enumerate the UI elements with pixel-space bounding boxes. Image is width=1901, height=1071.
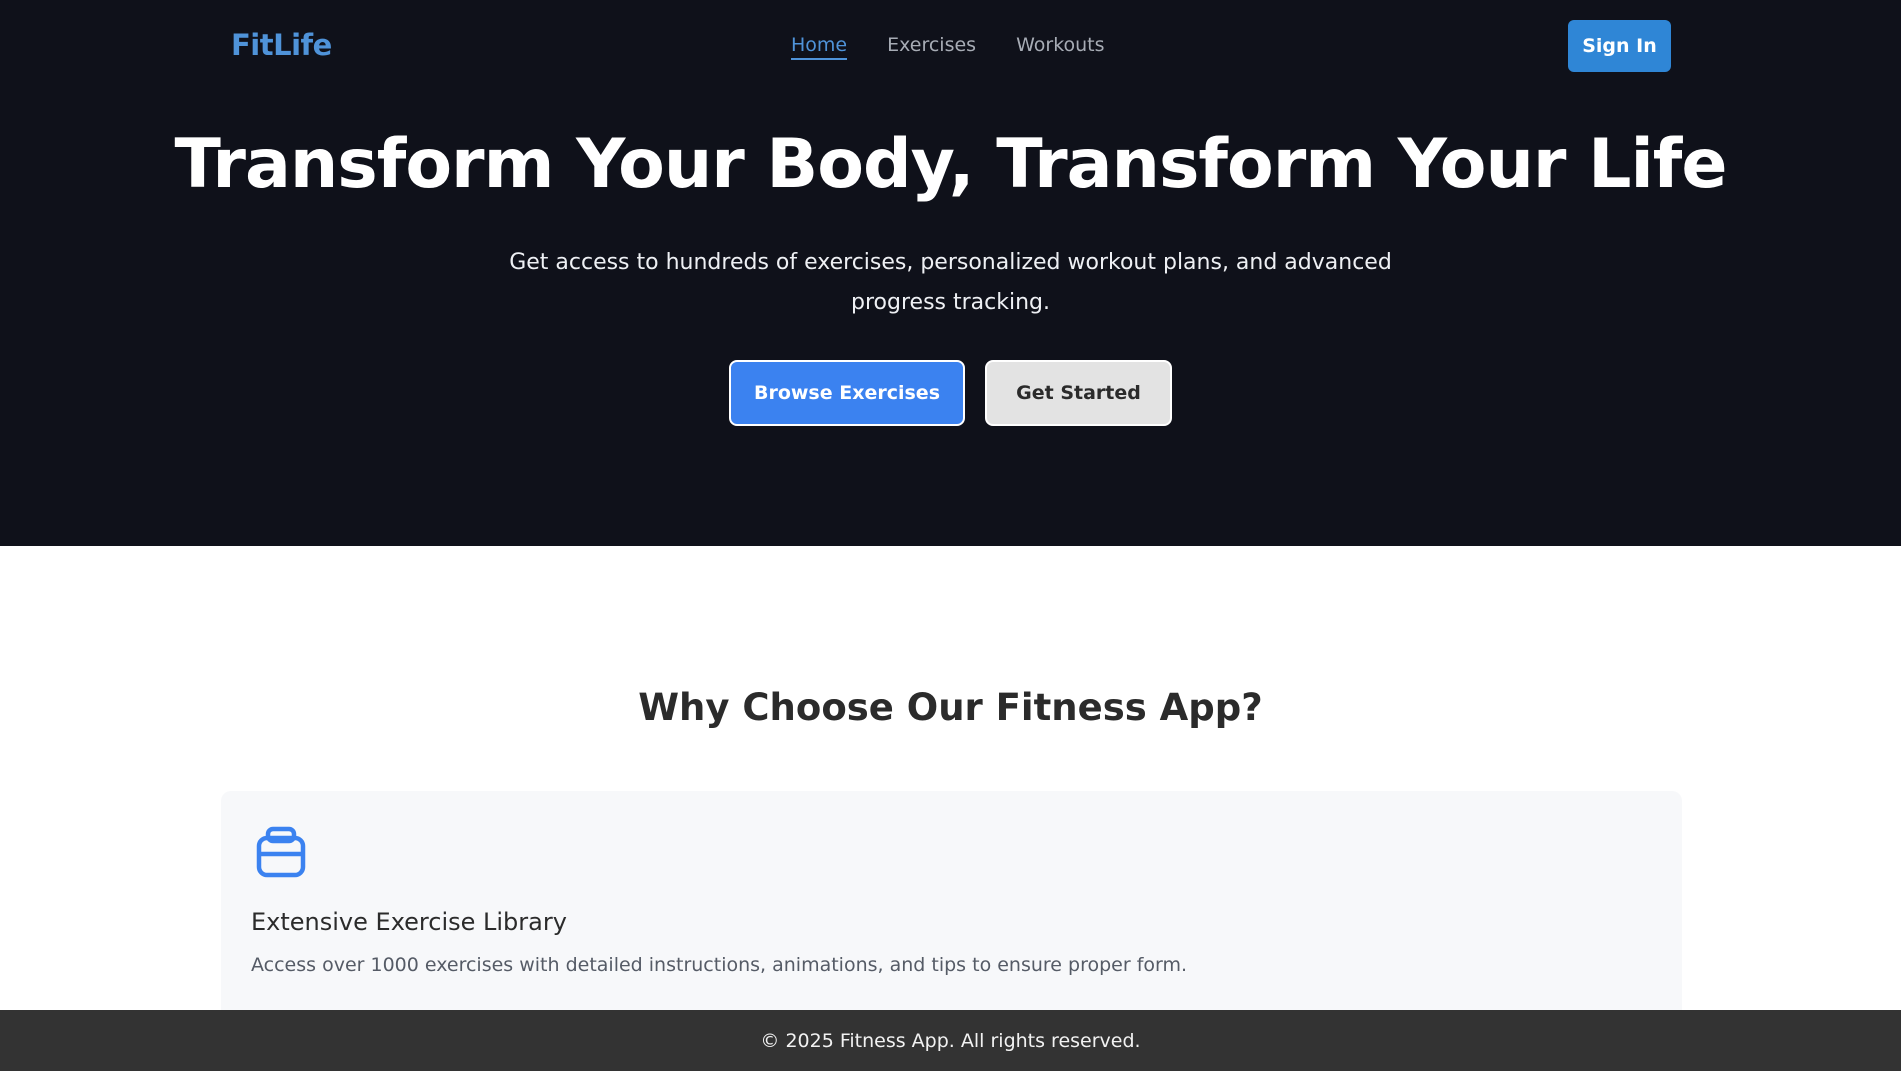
nav-link-exercises[interactable]: Exercises [887, 34, 976, 60]
feature-card: Extensive Exercise Library Access over 1… [221, 791, 1682, 1031]
sign-in-button[interactable]: Sign In [1568, 20, 1671, 72]
logo[interactable]: FitLife [231, 28, 332, 62]
weight-icon [256, 826, 306, 878]
feature-heading: Extensive Exercise Library [251, 908, 567, 936]
footer-copyright: © 2025 Fitness App. All rights reserved. [760, 1029, 1141, 1052]
nav-links: Home Exercises Workouts [791, 34, 1105, 60]
features-title: Why Choose Our Fitness App? [638, 686, 1263, 729]
hero-title: Transform Your Body, Transform Your Life [174, 125, 1728, 204]
hero-subtitle: Get access to hundreds of exercises, per… [509, 250, 1392, 315]
top-navbar: FitLife Home Exercises Workouts Sign In [0, 0, 1901, 92]
footer: © 2025 Fitness App. All rights reserved. [0, 1010, 1901, 1071]
get-started-button[interactable]: Get Started [985, 360, 1172, 426]
nav-link-home[interactable]: Home [791, 34, 848, 60]
browse-exercises-button[interactable]: Browse Exercises [729, 360, 965, 426]
hero-section: FitLife Home Exercises Workouts Sign In … [0, 0, 1901, 546]
hero-actions: Browse Exercises Get Started [729, 360, 1172, 426]
nav-link-workouts[interactable]: Workouts [1016, 34, 1104, 60]
feature-description: Access over 1000 exercises with detailed… [251, 954, 1188, 976]
